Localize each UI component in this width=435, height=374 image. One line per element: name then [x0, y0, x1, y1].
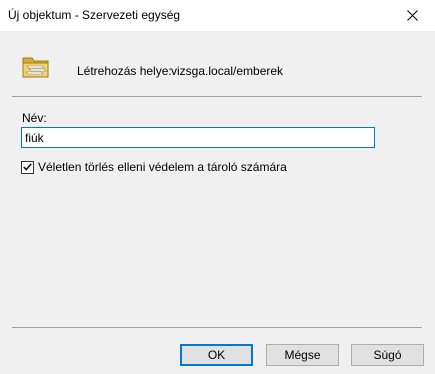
- cancel-button[interactable]: Mégse: [266, 344, 339, 366]
- location-label: Létrehozás helye:: [77, 64, 172, 78]
- checkmark-icon: [23, 160, 32, 174]
- protect-from-deletion-row[interactable]: Véletlen törlés elleni védelem a tároló …: [21, 160, 287, 174]
- protect-from-deletion-checkbox[interactable]: [21, 160, 34, 174]
- organizational-unit-folder-icon: [22, 53, 50, 79]
- ok-button[interactable]: OK: [180, 344, 253, 366]
- window-title: Új objektum - Szervezeti egység: [8, 8, 181, 22]
- separator-bottom: [12, 327, 422, 328]
- name-input[interactable]: [21, 127, 375, 148]
- title-bar: Új objektum - Szervezeti egység: [0, 0, 435, 31]
- close-button[interactable]: [390, 0, 435, 31]
- protect-from-deletion-label[interactable]: Véletlen törlés elleni védelem a tároló …: [38, 160, 287, 174]
- close-icon: [407, 10, 418, 21]
- name-label: Név:: [22, 111, 47, 125]
- location-value: vizsga.local/emberek: [171, 64, 284, 78]
- new-object-ou-dialog: Új objektum - Szervezeti egység Létrehoz…: [0, 0, 435, 374]
- help-button[interactable]: Súgó: [351, 344, 424, 366]
- separator-top: [12, 96, 422, 97]
